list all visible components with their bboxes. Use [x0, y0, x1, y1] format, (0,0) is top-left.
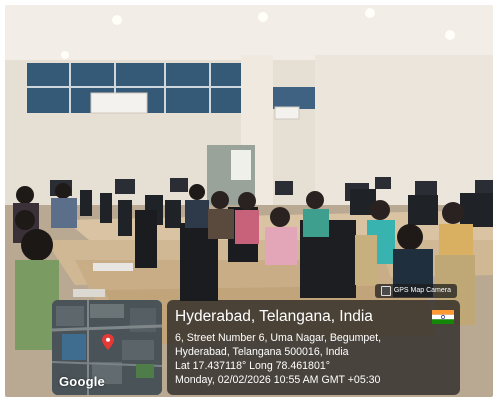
- google-logo: Google: [59, 374, 105, 389]
- address-line-1: 6, Street Number 6, Uma Nagar, Begumpet,: [175, 332, 382, 344]
- gps-map-camera-badge: GPS Map Camera: [374, 284, 457, 298]
- india-flag-icon: [432, 310, 454, 324]
- location-overlay: Hyderabad, Telangana, India 6, Street Nu…: [167, 300, 460, 395]
- map-thumbnail: Google: [52, 300, 162, 395]
- gps-badge-label: GPS Map Camera: [393, 287, 451, 294]
- map-pin-icon: [102, 334, 114, 350]
- camera-icon: [380, 286, 391, 296]
- timestamp: Monday, 02/02/2026 10:55 AM GMT +05:30: [175, 374, 381, 386]
- address-line-2: Hyderabad, Telangana 500016, India: [175, 346, 349, 358]
- coordinates: Lat 17.437118° Long 78.461801°: [175, 360, 330, 372]
- location-title: Hyderabad, Telangana, India: [175, 308, 373, 325]
